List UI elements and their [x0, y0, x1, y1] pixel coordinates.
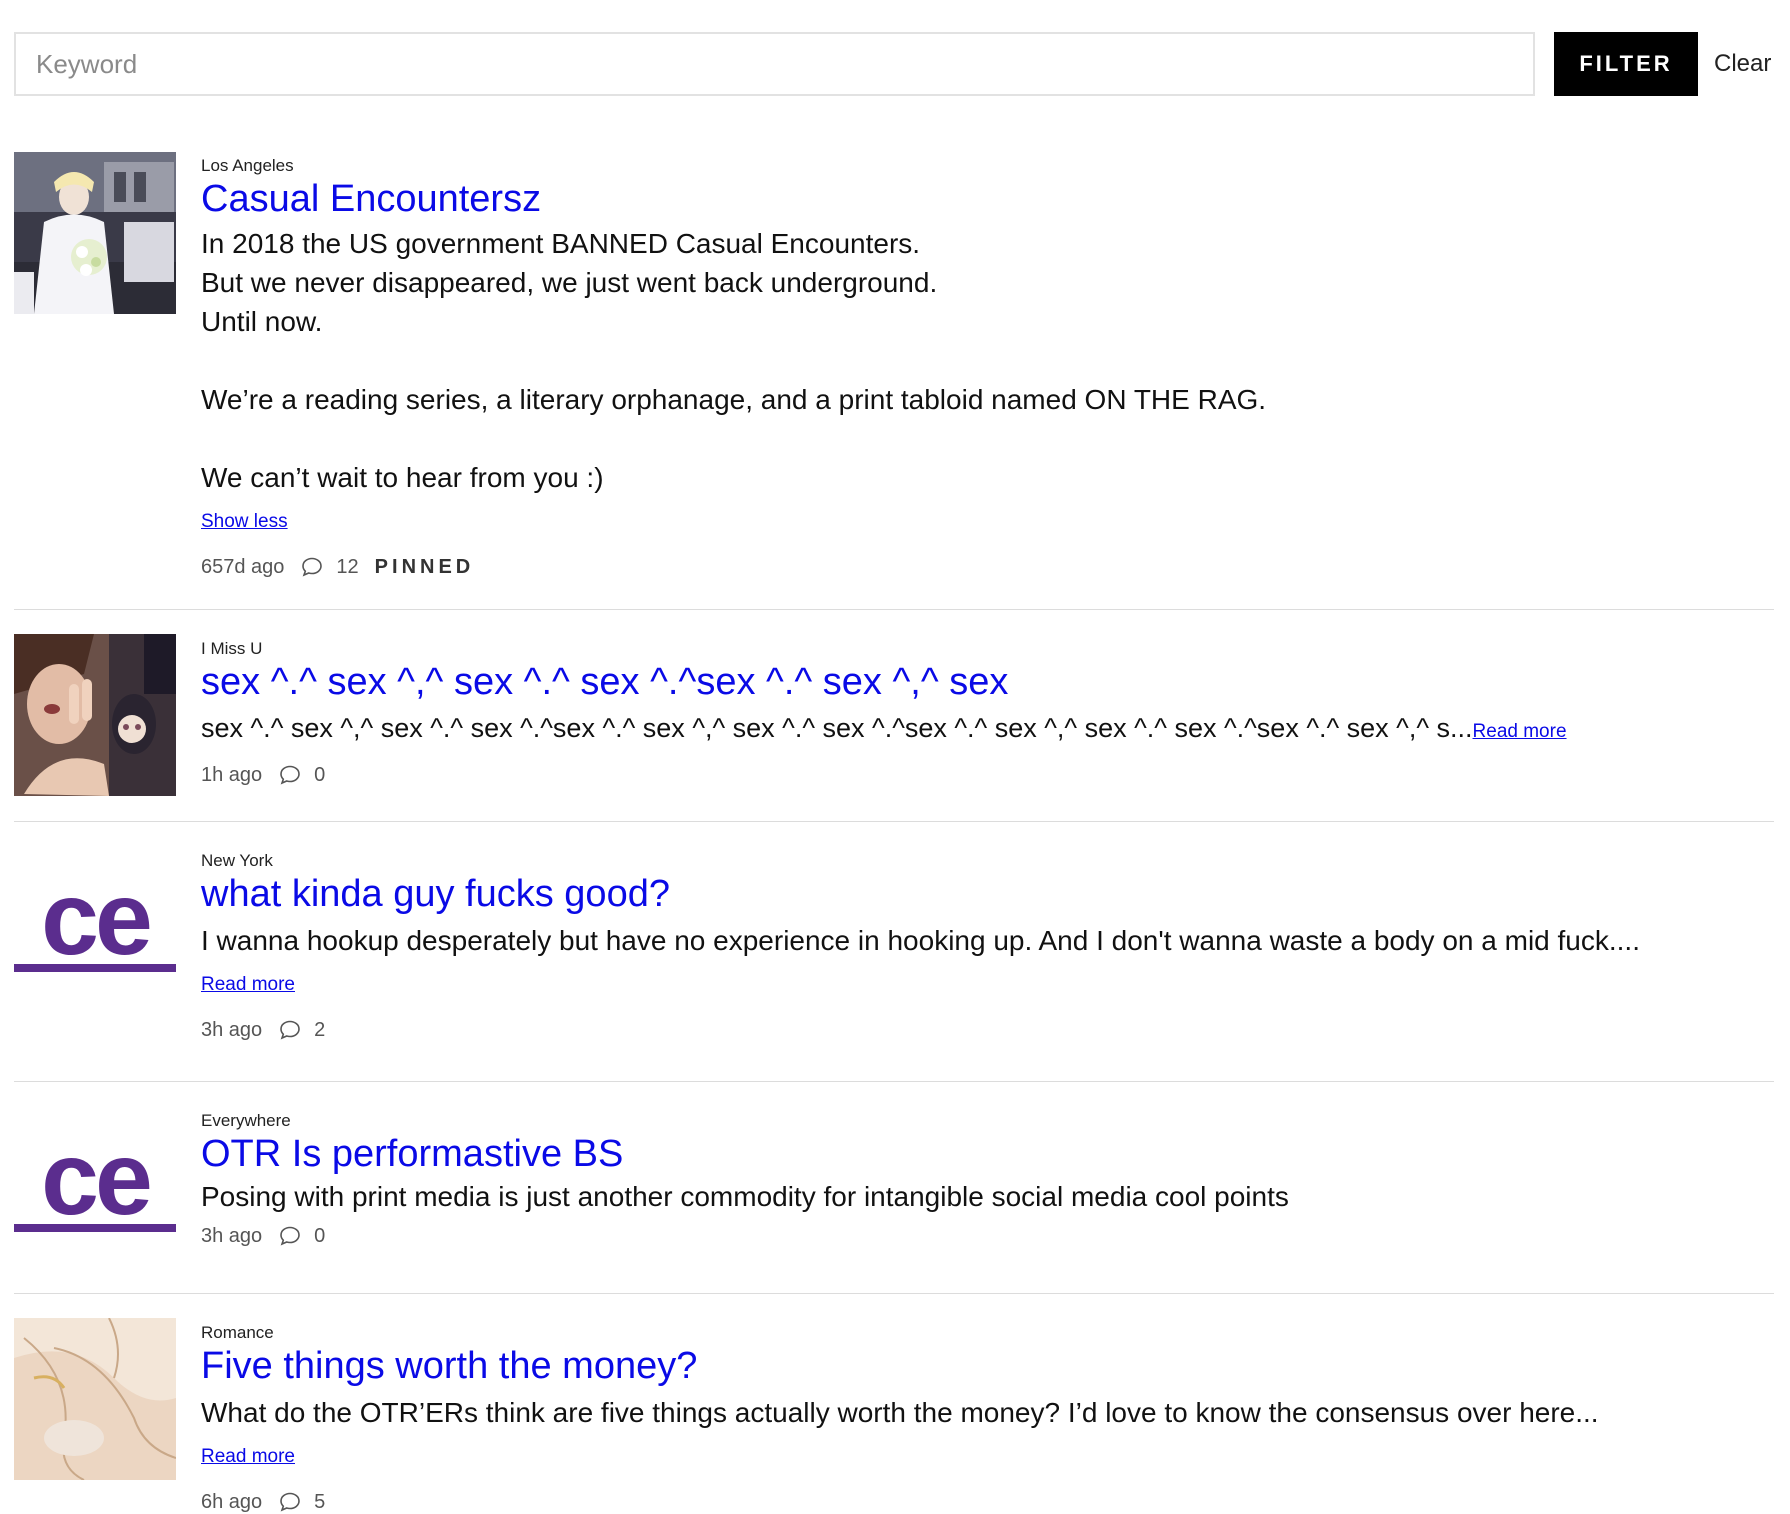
post-body: I wanna hookup desperately but have no e… — [201, 925, 1640, 956]
post-thumbnail[interactable] — [14, 1318, 176, 1480]
svg-text:ce: ce — [41, 861, 150, 977]
svg-text:ce: ce — [41, 1121, 150, 1237]
read-more-link[interactable]: Read more — [201, 974, 295, 996]
post-title-link[interactable]: OTR Is performastive BS — [201, 1132, 623, 1176]
comment-icon[interactable] — [278, 763, 302, 787]
search-bar: FILTER Clear — [14, 32, 1774, 96]
post-meta: 1h ago 0 — [201, 763, 1774, 787]
painting-photo-icon — [14, 1318, 176, 1480]
post-meta: 3h ago 2 — [201, 1018, 1774, 1042]
post-item: ce New York what kinda guy fucks good? I… — [14, 822, 1774, 1082]
post-location: Romance — [201, 1323, 274, 1342]
comment-icon[interactable] — [278, 1224, 302, 1248]
post-body: sex ^.^ sex ^,^ sex ^.^ sex ^.^sex ^.^ s… — [201, 709, 1774, 751]
post-body: What do the OTR’ERs think are five thing… — [201, 1397, 1599, 1428]
selfie-photo-icon — [14, 634, 176, 796]
read-more-link[interactable]: Read more — [201, 1446, 295, 1468]
post-title-link[interactable]: Casual Encountersz — [201, 177, 541, 221]
post-age: 3h ago — [201, 1018, 263, 1041]
post-title-link[interactable]: what kinda guy fucks good? — [201, 872, 670, 916]
comment-icon[interactable] — [300, 555, 324, 579]
post-item: I Miss U sex ^.^ sex ^,^ sex ^.^ sex ^.^… — [14, 610, 1774, 822]
comment-count: 0 — [314, 1224, 326, 1247]
ce-logo-icon: ce — [14, 1121, 176, 1237]
comment-icon[interactable] — [278, 1018, 302, 1042]
post-body-line: We’re a reading series, a literary orpha… — [201, 384, 1267, 415]
comment-count: 12 — [336, 555, 359, 578]
read-more-link[interactable]: Read more — [1473, 721, 1567, 742]
post-thumbnail[interactable]: ce — [14, 846, 176, 1008]
show-less-link[interactable]: Show less — [201, 511, 288, 533]
post-age: 657d ago — [201, 555, 285, 578]
filter-button[interactable]: FILTER — [1554, 32, 1698, 96]
post-content: Everywhere OTR Is performastive BS Posin… — [201, 1082, 1774, 1248]
post-body-text: sex ^.^ sex ^,^ sex ^.^ sex ^.^sex ^.^ s… — [201, 713, 1473, 743]
post-body-line: But we never disappeared, we just went b… — [201, 267, 938, 298]
comment-count: 0 — [314, 763, 326, 786]
clear-link[interactable]: Clear — [1714, 32, 1771, 96]
post-thumbnail[interactable] — [14, 152, 176, 314]
comment-icon[interactable] — [278, 1490, 302, 1514]
post-thumbnail[interactable]: ce — [14, 1106, 176, 1268]
post-content: Los Angeles Casual Encountersz In 2018 t… — [201, 152, 1774, 579]
post-title-link[interactable]: sex ^.^ sex ^,^ sex ^.^ sex ^.^sex ^.^ s… — [201, 660, 1008, 704]
post-location: Los Angeles — [201, 156, 294, 175]
bride-photo-icon — [14, 152, 176, 314]
post-content: I Miss U sex ^.^ sex ^,^ sex ^.^ sex ^.^… — [201, 610, 1774, 787]
pinned-badge: PINNED — [374, 555, 475, 578]
page: FILTER Clear — [0, 0, 1790, 1514]
post-body: Posing with print media is just another … — [201, 1181, 1289, 1212]
post-title-link[interactable]: Five things worth the money? — [201, 1344, 697, 1388]
post-body: In 2018 the US government BANNED Casual … — [201, 224, 1774, 497]
keyword-search-input[interactable] — [14, 32, 1535, 96]
post-age: 3h ago — [201, 1224, 263, 1247]
comment-count: 5 — [314, 1490, 326, 1513]
post-location: Everywhere — [201, 1111, 291, 1130]
post-body-line: We can’t wait to hear from you :) — [201, 462, 604, 493]
comment-count: 2 — [314, 1018, 326, 1041]
post-body-line: In 2018 the US government BANNED Casual … — [201, 228, 921, 259]
post-meta: 6h ago 5 — [201, 1490, 1774, 1514]
post-thumbnail[interactable] — [14, 634, 176, 796]
post-location: I Miss U — [201, 639, 263, 658]
post-age: 6h ago — [201, 1490, 263, 1513]
post-location: New York — [201, 851, 273, 870]
post-body-line: Until now. — [201, 306, 323, 337]
post-item: ce Everywhere OTR Is performastive BS Po… — [14, 1082, 1774, 1294]
post-list: Los Angeles Casual Encountersz In 2018 t… — [14, 152, 1774, 1514]
post-content: Romance Five things worth the money? Wha… — [201, 1294, 1774, 1514]
post-meta: 3h ago 0 — [201, 1224, 1774, 1248]
post-item: Romance Five things worth the money? Wha… — [14, 1294, 1774, 1514]
post-content: New York what kinda guy fucks good? I wa… — [201, 822, 1774, 1042]
post-meta: 657d ago 12 PINNED — [201, 555, 1774, 579]
ce-logo-icon: ce — [14, 861, 176, 977]
post-age: 1h ago — [201, 763, 263, 786]
post-item: Los Angeles Casual Encountersz In 2018 t… — [14, 152, 1774, 610]
